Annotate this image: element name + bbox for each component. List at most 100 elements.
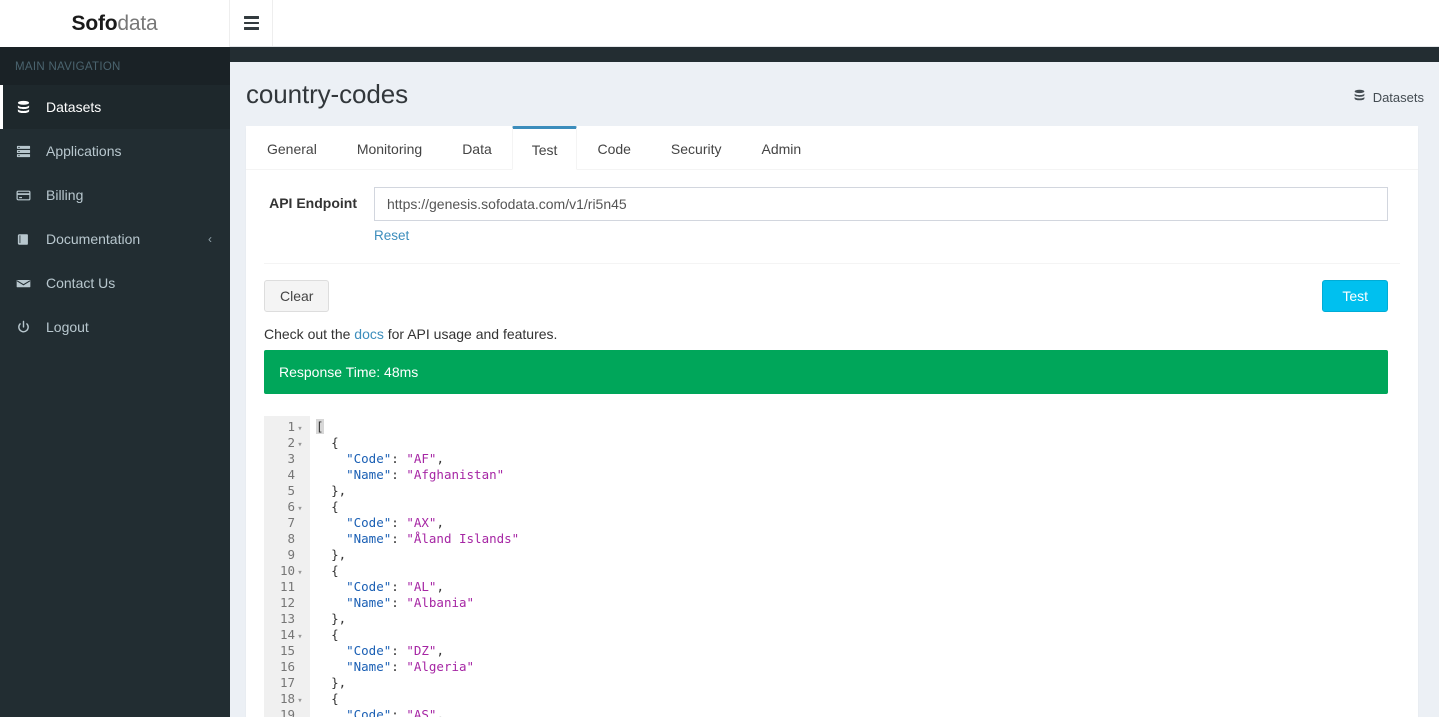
sidebar-item-datasets[interactable]: Datasets (0, 85, 230, 129)
page-title: country-codes (246, 79, 408, 109)
code-line: { (331, 499, 339, 514)
gutter-line-number: 4 (287, 467, 295, 482)
code-line: { (331, 435, 339, 450)
content-header: country-codes Datasets (230, 62, 1439, 110)
brand-light: data (117, 11, 158, 35)
sidebar-item-billing[interactable]: Billing (0, 173, 230, 217)
code-line: { (331, 627, 339, 642)
gutter-line-number: 1 ▾ (264, 419, 310, 435)
gutter-line-number: 2 ▾ (264, 435, 310, 451)
sidebar-item-label: Contact Us (46, 275, 116, 291)
gutter-line-number: 16 (279, 659, 295, 674)
action-button-row: Clear Test (264, 264, 1400, 312)
gutter-line-number: 6 ▾ (264, 499, 310, 515)
sidebar-item-logout[interactable]: Logout (0, 305, 230, 349)
hamburger-icon (243, 16, 259, 30)
json-response-editor[interactable]: 1▾2▾3456▾78910▾11121314▾15161718▾1920 [ … (264, 416, 1388, 717)
code-line: "Name": "Algeria" (346, 659, 475, 674)
sidebar-item-label: Logout (46, 319, 89, 335)
sidebar-item-contact-us[interactable]: Contact Us (0, 261, 230, 305)
code-line: "Name": "Afghanistan" (346, 467, 505, 482)
sidebar-item-label: Billing (46, 187, 84, 203)
reset-link[interactable]: Reset (374, 228, 409, 243)
brand-logo-text: Sofodata (72, 12, 158, 36)
clear-button[interactable]: Clear (264, 280, 330, 312)
sidebar-toggle-button[interactable] (230, 0, 273, 46)
api-endpoint-row: API Endpoint Reset (264, 187, 1400, 245)
chevron-left-icon: ‹ (208, 232, 212, 246)
gutter-line-number: 3 (287, 451, 295, 466)
breadcrumb-label: Datasets (1372, 89, 1424, 105)
api-endpoint-input[interactable] (374, 187, 1388, 221)
breadcrumb[interactable]: Datasets (1353, 79, 1424, 105)
sidebar-item-label: Datasets (46, 99, 102, 115)
power-icon (16, 320, 38, 335)
docs-link[interactable]: docs (354, 326, 384, 342)
code-line: }, (331, 611, 347, 626)
tab-monitoring[interactable]: Monitoring (337, 127, 442, 170)
gutter-line-number: 9 (287, 547, 295, 562)
code-line: "Name": "Albania" (346, 595, 475, 610)
gutter-line-number: 7 (287, 515, 295, 530)
top-bar-spacer (273, 0, 1439, 46)
code-line: "Code": "DZ", (346, 643, 444, 658)
top-bar: Sofodata (0, 0, 1439, 47)
code-line: }, (331, 547, 347, 562)
code-line: "Code": "AF", (346, 451, 444, 466)
dataset-card: General Monitoring Data Test Code Securi… (246, 126, 1418, 717)
sidebar-section-header: MAIN NAVIGATION (0, 47, 230, 85)
code-line: }, (331, 675, 347, 690)
gutter-line-number: 11 (279, 579, 295, 594)
api-endpoint-label: API Endpoint (269, 195, 357, 211)
tab-bar: General Monitoring Data Test Code Securi… (246, 126, 1418, 170)
editor-gutter: 1▾2▾3456▾78910▾11121314▾15161718▾1920 (264, 416, 310, 717)
tab-admin[interactable]: Admin (742, 127, 822, 170)
response-time-banner: Response Time: 48ms (264, 350, 1388, 394)
tab-data[interactable]: Data (442, 127, 512, 170)
sidebar: MAIN NAVIGATION Datasets Applications Bi… (0, 47, 230, 717)
database-icon (1353, 89, 1366, 105)
docs-hint-prefix: Check out the (264, 326, 355, 342)
credit-card-icon (16, 188, 38, 203)
code-line: [ (316, 419, 324, 434)
test-tab-panel: API Endpoint Reset Clear Test Check out … (246, 170, 1418, 717)
envelope-icon (16, 276, 38, 291)
sidebar-item-documentation[interactable]: Documentation ‹ (0, 217, 230, 261)
gutter-line-number: 18 ▾ (264, 691, 310, 707)
code-line: }, (331, 483, 347, 498)
gutter-line-number: 13 (279, 611, 295, 626)
editor-code-area[interactable]: [ { "Code": "AF", "Name": "Afghanistan" … (310, 416, 1388, 717)
code-line: { (331, 691, 339, 706)
sidebar-item-label: Documentation (46, 231, 141, 247)
server-icon (16, 144, 38, 159)
gutter-line-number: 12 (279, 595, 295, 610)
code-line: "Code": "AX", (346, 515, 444, 530)
tab-code[interactable]: Code (577, 127, 650, 170)
sidebar-item-label: Applications (46, 143, 122, 159)
gutter-line-number: 15 (279, 643, 295, 658)
api-endpoint-field: Reset (374, 187, 1400, 245)
gutter-line-number: 17 (279, 675, 295, 690)
brand-logo[interactable]: Sofodata (0, 0, 230, 47)
brand-bold: Sofo (71, 11, 118, 35)
tab-security[interactable]: Security (651, 127, 742, 170)
code-line: "Code": "AS", (346, 707, 444, 717)
gutter-line-number: 19 (279, 707, 295, 717)
gutter-line-number: 5 (287, 483, 295, 498)
book-icon (16, 232, 38, 247)
sidebar-item-applications[interactable]: Applications (0, 129, 230, 173)
code-line: { (331, 563, 339, 578)
database-icon (16, 100, 38, 115)
gutter-line-number: 8 (287, 531, 295, 546)
main-content: country-codes Datasets General Monitorin… (230, 62, 1439, 717)
docs-hint: Check out the docs for API usage and fea… (264, 312, 1400, 350)
gutter-line-number: 14 ▾ (264, 627, 310, 643)
content-top-strip (230, 47, 1439, 62)
code-line: "Name": "Åland Islands" (346, 531, 520, 546)
tab-general[interactable]: General (247, 127, 337, 170)
docs-hint-suffix: for API usage and features. (383, 326, 558, 342)
test-button[interactable]: Test (1322, 280, 1388, 312)
gutter-line-number: 10 ▾ (264, 563, 310, 579)
tab-test[interactable]: Test (511, 126, 578, 170)
code-line: "Code": "AL", (346, 579, 444, 594)
